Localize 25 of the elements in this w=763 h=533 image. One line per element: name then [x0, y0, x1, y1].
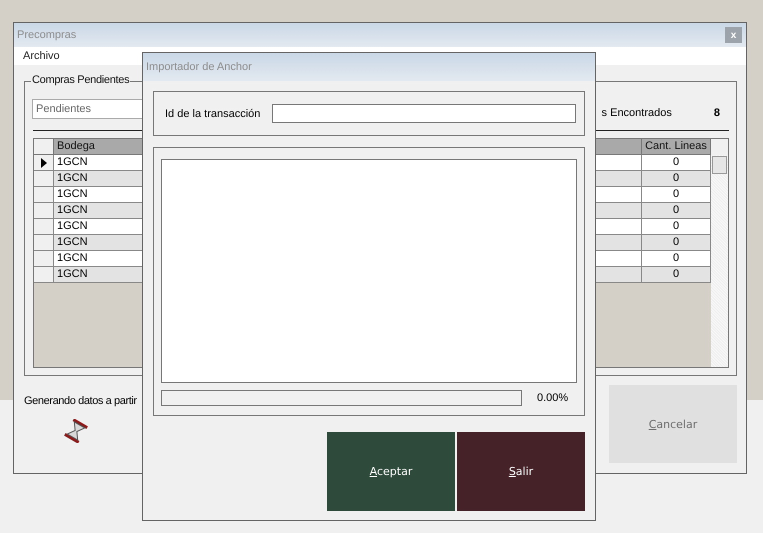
table-cell: 0: [642, 251, 711, 267]
table-cell: 0: [642, 267, 711, 283]
window-title: Precompras: [17, 29, 76, 41]
table-cell: 0: [642, 155, 711, 171]
menu-item[interactable]: Archivo: [23, 50, 60, 62]
hourglass-icon: [64, 419, 88, 443]
table-cell: 0: [642, 203, 711, 219]
table-cell: 0: [642, 187, 711, 203]
status-text: Generando datos a partir: [24, 395, 137, 407]
input-field[interactable]: [272, 104, 576, 123]
table-cell: 0: [642, 219, 711, 235]
field-label: Id de la transacción: [165, 108, 260, 120]
dialog-button[interactable]: Salir: [457, 432, 585, 511]
found-count: 8: [714, 107, 720, 119]
dialog-button[interactable]: Aceptar: [327, 432, 455, 511]
table-cell: 0: [642, 171, 711, 187]
found-label: s Encontrados: [602, 107, 672, 119]
row-indicator[interactable]: [34, 155, 54, 171]
table-cell: 0: [642, 235, 711, 251]
scrollbar[interactable]: [711, 139, 728, 367]
column-header[interactable]: Cant. Lineas: [642, 139, 711, 155]
group-title: Compras Pendientes: [31, 74, 130, 86]
progress-reading: 0.00%: [537, 392, 568, 404]
dialog-title: Importador de Anchor: [146, 61, 252, 73]
current-row-icon: [40, 158, 46, 168]
